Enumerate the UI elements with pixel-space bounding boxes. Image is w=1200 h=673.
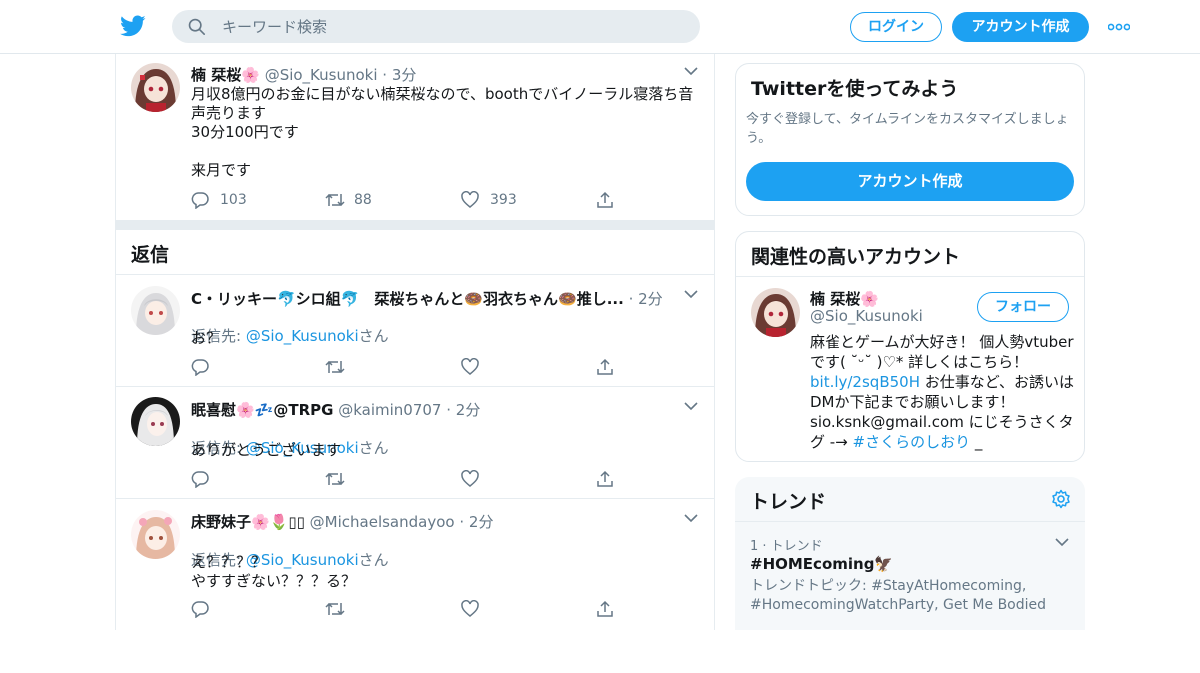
signup-card-button[interactable]: アカウント作成 [746,162,1074,201]
tweet-author-handle[interactable]: @kaimin0707 [338,401,441,419]
search-box[interactable] [172,10,700,43]
reply-tweet[interactable]: 眠喜慰🌸💤@TRPG @kaimin0707 · 2分 返信先: @Sio_Ku… [116,387,714,499]
heart-icon [461,191,479,208]
login-button[interactable]: ログイン [850,12,942,42]
main-tweet[interactable]: 楠 栞桜🌸 @Sio_Kusunoki · 3分 月収8億円のお金に目がない楠栞… [116,54,714,220]
tweet-header: 床野妹子🌸🌷▯▯ @Michaelsandayoo · 2分 [191,511,631,532]
tweet-time[interactable]: · 2分 [446,401,480,419]
avatar[interactable] [131,63,180,112]
signup-card-subtitle: 今すぐ登録して、タイムラインをカスタマイズしましょう。 [746,112,1069,146]
related-account-handle[interactable]: @Sio_Kusunoki [810,307,923,325]
share-icon [597,470,613,487]
retweet-icon [325,602,345,616]
twitter-bird-icon[interactable] [120,13,146,39]
tweet-time[interactable]: · 3分 [382,66,416,84]
tweet-actions [191,469,631,489]
bio-link[interactable]: bit.ly/2sqB50H [810,373,920,391]
trends-title: トレンド [750,491,827,513]
tweet-actions [191,357,631,377]
trends-card: トレンド 1 · トレンド #HOMEcoming🦅 トレンドトピック: #St… [735,477,1085,630]
reply-icon [191,359,209,376]
tweet-text: ありがとうございます [191,441,342,459]
follow-button[interactable]: フォロー [977,292,1069,322]
tweet-author-name[interactable]: 楠 栞桜🌸 [191,66,260,84]
bio-hashtag[interactable]: #さくらのしおり [853,433,971,451]
related-account-bio: 麻雀とゲームが大好き！ 個人勢vtuberです( ˘ᵕ˘ )♡* 詳しくはこちら… [810,332,1074,452]
trend-item[interactable]: 1 · トレンド #HOMEcoming🦅 トレンドトピック: #StayAtH… [735,523,1085,627]
tweet-text: 月収8億円のお金に目がない楠栞桜なので、boothでバイノーラル寝落ち音声売りま… [191,85,694,179]
more-options-icon[interactable] [1108,20,1130,34]
gear-icon[interactable] [1051,489,1071,509]
signup-card: Twitterを使ってみよう 今すぐ登録して、タイムラインをカスタマイズしましょ… [735,63,1085,216]
heart-icon [461,358,479,375]
chevron-down-icon[interactable] [1055,537,1069,547]
signup-card-title: Twitterを使ってみよう [751,78,959,100]
retweet-icon [325,472,345,486]
tweet-author-name[interactable]: 床野妹子🌸🌷▯▯ [191,513,305,531]
chevron-down-icon[interactable] [684,66,698,76]
share-icon [597,358,613,375]
tweet-text: え？？？？ やすすぎない？？？る？ [191,553,357,590]
tweet-actions: 103 88 393 [191,190,631,210]
tweet-author-name[interactable]: 眠喜慰🌸💤@TRPG [191,401,333,419]
related-account-name[interactable]: 楠 栞桜🌸 [810,288,879,309]
trend-name[interactable]: #HOMEcoming🦅 [750,555,893,573]
reply-tweet[interactable]: C・リッキー🐬シロ組🐬 栞桜ちゃんと🍩羽衣ちゃん🍩推し... · 2分 返信先:… [116,275,714,387]
reply-count: 103 [220,192,247,208]
share-icon [597,600,613,617]
replies-heading: 返信 [131,244,170,266]
reply-icon [191,601,209,618]
chevron-down-icon[interactable] [684,289,698,299]
section-separator [116,220,714,230]
reply-icon [191,192,209,209]
tweet-author-handle[interactable]: @Michaelsandayoo [310,513,455,531]
search-icon [188,18,206,36]
tweet-time[interactable]: · 2分 [629,290,663,308]
top-bar: ログイン アカウント作成 [0,0,1200,54]
share-icon [597,191,613,208]
signup-button[interactable]: アカウント作成 [952,12,1089,42]
tweet-header: 楠 栞桜🌸 @Sio_Kusunoki · 3分 [191,64,631,85]
tweet-actions [191,653,631,673]
tweet-header: 眠喜慰🌸💤@TRPG @kaimin0707 · 2分 [191,399,631,420]
bio-text: 麻雀とゲームが大好き！ 個人勢vtuberです( ˘ᵕ˘ )♡* 詳しくはこちら… [810,333,1074,371]
tweet-time[interactable]: · 2分 [459,513,493,531]
avatar[interactable] [131,286,180,335]
retweet-count: 88 [354,192,372,208]
tweet-author-handle[interactable]: @Sio_Kusunoki [265,66,378,84]
chevron-down-icon[interactable] [684,513,698,523]
bio-text: _ [970,433,983,451]
divider [735,521,1085,522]
trend-rank: 1 · トレンド [750,539,823,554]
avatar[interactable] [131,397,180,446]
related-accounts-card: 関連性の高いアカウント 楠 栞桜🌸 @Sio_Kusunoki フォロー 麻雀と… [735,231,1085,462]
avatar[interactable] [131,510,180,559]
divider [736,276,1084,277]
heart-icon [461,470,479,487]
avatar[interactable] [751,288,800,337]
related-card-title: 関連性の高いアカウント [751,246,961,268]
heart-icon [461,600,479,617]
chevron-down-icon[interactable] [684,401,698,411]
tweet-author-name[interactable]: C・リッキー🐬シロ組🐬 栞桜ちゃんと🍩羽衣ちゃん🍩推し... [191,290,624,308]
timeline: 楠 栞桜🌸 @Sio_Kusunoki · 3分 月収8億円のお金に目がない楠栞… [115,54,715,630]
tweet-header: C・リッキー🐬シロ組🐬 栞桜ちゃんと🍩羽衣ちゃん🍩推し... · 2分 [191,288,666,309]
tweet-text: お？ [191,329,222,347]
trend-topics: トレンドトピック: #StayAtHomecoming, #Homecoming… [750,578,1047,613]
search-input[interactable] [222,10,682,43]
tweet-actions [191,599,631,619]
retweet-icon [325,360,345,374]
like-count: 393 [490,192,517,208]
reply-icon [191,471,209,488]
retweet-icon [325,193,345,207]
